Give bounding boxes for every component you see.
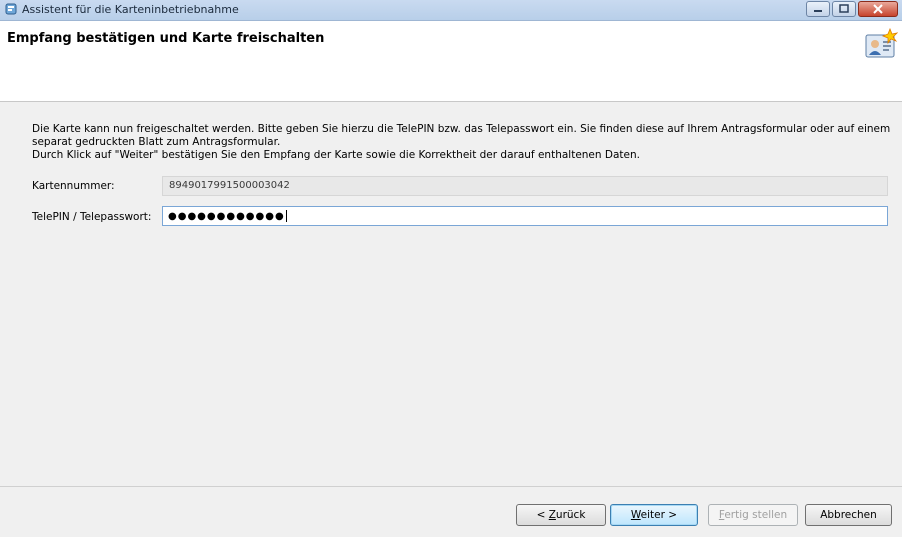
maximize-icon	[839, 4, 849, 13]
id-card-icon	[865, 27, 898, 58]
back-mnemonic: Z	[548, 509, 556, 521]
wizard-window: Assistent für die Karteninbetriebnahme E…	[0, 0, 902, 537]
confirmation-text: Durch Klick auf "Weiter" bestätigen Sie …	[32, 149, 640, 161]
minimize-button[interactable]	[806, 1, 830, 17]
card-number-field: 8949017991500003042	[162, 176, 888, 196]
next-button[interactable]: Weiter >	[610, 504, 698, 526]
next-mnemonic: W	[630, 509, 641, 521]
back-prefix: <	[536, 509, 549, 521]
telepin-row: TelePIN / Telepasswort: ●●●●●●●●●●●●	[32, 206, 892, 226]
text-caret	[285, 210, 287, 222]
maximize-button[interactable]	[832, 1, 856, 17]
telepin-input[interactable]: ●●●●●●●●●●●●	[162, 206, 888, 226]
close-icon	[873, 4, 883, 14]
close-button[interactable]	[858, 1, 898, 17]
minimize-icon	[814, 10, 822, 12]
finish-button[interactable]: Fertig stellen	[708, 504, 798, 526]
telepin-masked-value: ●●●●●●●●●●●●	[168, 211, 285, 222]
wizard-header: Empfang bestätigen und Karte freischalte…	[0, 21, 902, 102]
wizard-content: Die Karte kann nun freigeschaltet werden…	[0, 102, 902, 484]
finish-label: ertig stellen	[724, 509, 788, 521]
cancel-button[interactable]: Abbrechen	[805, 504, 892, 526]
telepin-label: TelePIN / Telepasswort:	[32, 211, 152, 223]
wizard-footer: < Zurück Weiter > Fertig stellen Abbrech…	[0, 486, 902, 538]
instruction-text: Die Karte kann nun freigeschaltet werden…	[32, 123, 891, 148]
back-button[interactable]: < Zurück	[516, 504, 606, 526]
back-label: urück	[555, 509, 586, 521]
next-label: eiter >	[640, 509, 678, 521]
card-number-label: Kartennummer:	[32, 180, 115, 192]
title-bar[interactable]: Assistent für die Karteninbetriebnahme	[0, 0, 902, 21]
window-controls	[806, 1, 898, 18]
window-title: Assistent für die Karteninbetriebnahme	[22, 3, 239, 16]
page-title: Empfang bestätigen und Karte freischalte…	[7, 31, 325, 46]
instructions: Die Karte kann nun freigeschaltet werden…	[32, 123, 892, 162]
wizard-app-icon	[5, 3, 17, 15]
card-number-row: Kartennummer: 8949017991500003042	[32, 176, 892, 196]
